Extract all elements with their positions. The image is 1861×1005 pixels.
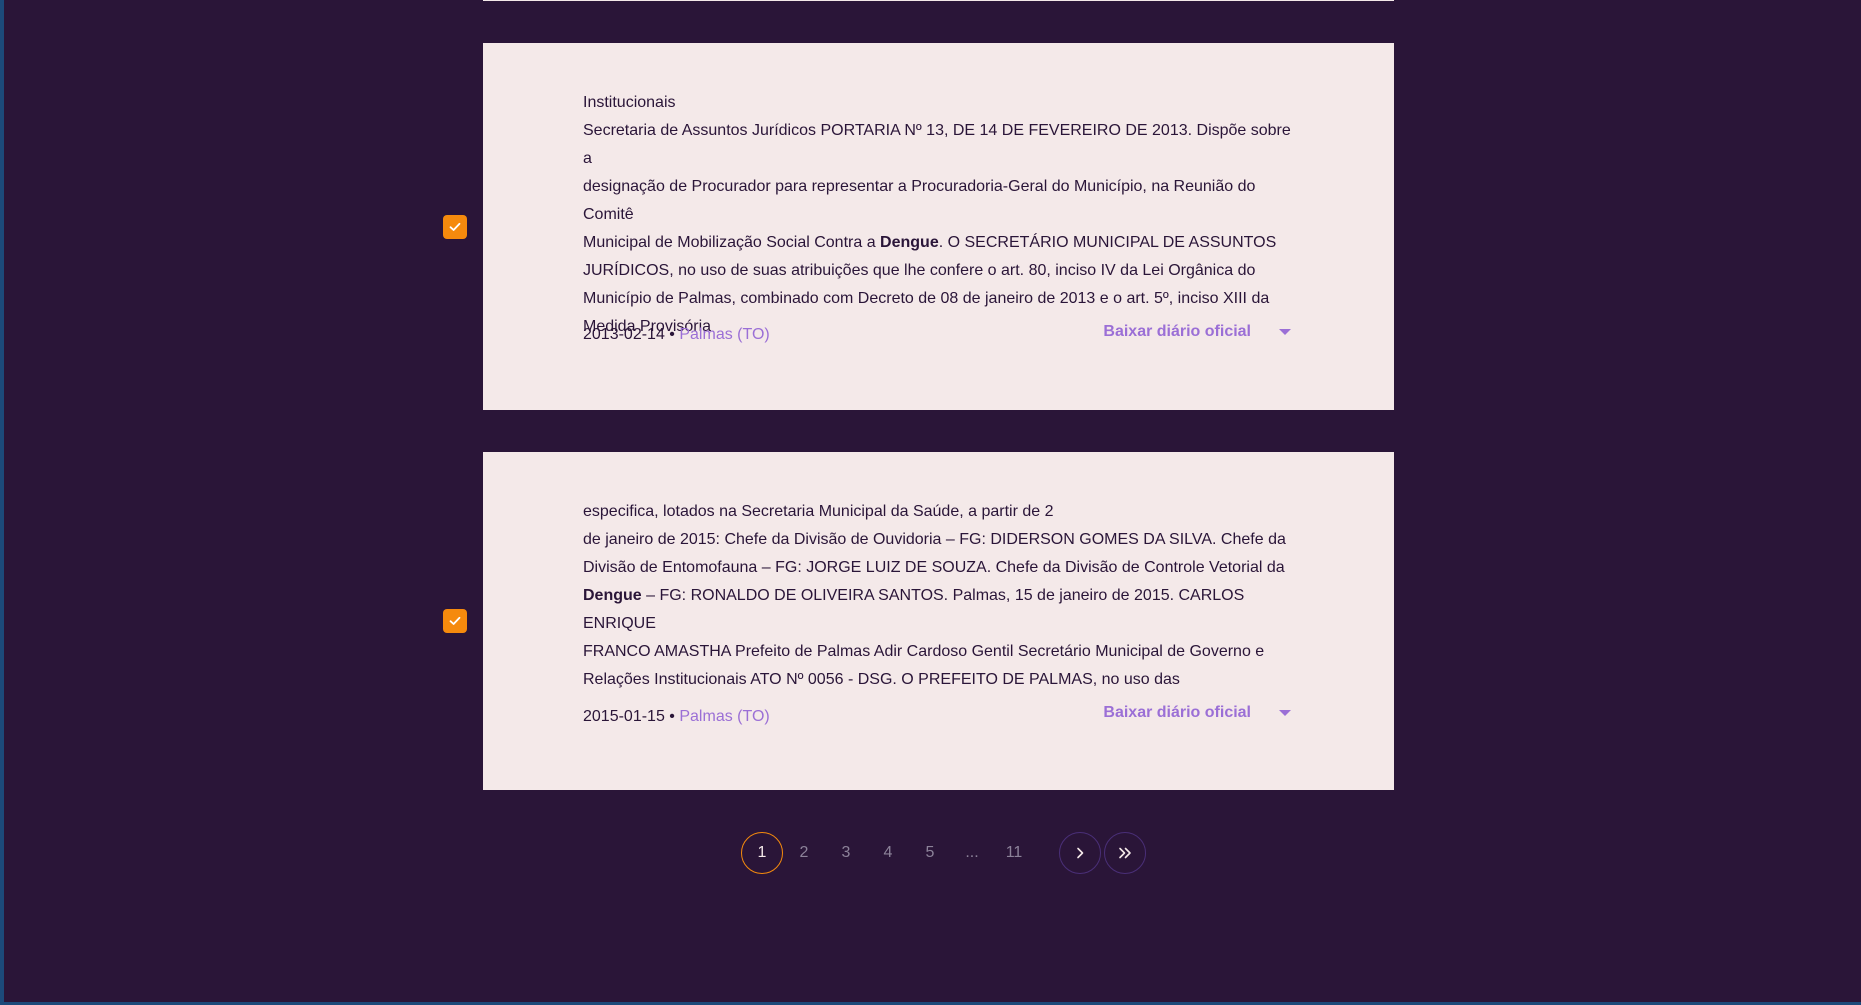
last-page-button[interactable] — [1104, 832, 1146, 874]
excerpt-line: designação de Procurador para representa… — [583, 178, 1256, 223]
excerpt-line: Municipal de Mobilização Social Contra a — [583, 234, 881, 251]
download-label: Baixar diário oficial — [1103, 704, 1251, 721]
result-meta: 2015-01-15 • Palmas (TO) — [583, 708, 770, 726]
result-date: 2015-01-15 — [583, 708, 665, 725]
excerpt-line: Institucionais — [583, 94, 676, 111]
excerpt-line: . O SECRETÁRIO MUNICIPAL DE ASSUNTOS — [938, 234, 1277, 251]
highlighted-term: Dengue — [583, 587, 642, 604]
checkmark-icon — [449, 222, 461, 231]
excerpt-line: JURÍDICOS, no uso de suas atribuições qu… — [583, 262, 1256, 279]
caret-down-icon — [1279, 710, 1291, 716]
result-excerpt: especifica, lotados na Secretaria Munici… — [583, 498, 1295, 694]
next-page-button[interactable] — [1059, 832, 1101, 874]
excerpt-line: de janeiro de 2015: Chefe da Divisão de … — [583, 531, 1286, 548]
result-excerpt: Institucionais Secretaria de Assuntos Ju… — [583, 89, 1295, 341]
page-button[interactable]: 2 — [783, 832, 825, 874]
checkmark-icon — [449, 616, 461, 625]
caret-down-icon — [1279, 329, 1291, 335]
meta-separator: • — [669, 708, 675, 725]
result-date: 2013-02-14 — [583, 326, 665, 343]
double-chevron-right-icon — [1119, 847, 1131, 859]
excerpt-line: – FG: RONALDO DE OLIVEIRA SANTOS. Palmas… — [583, 587, 1245, 632]
result-place-link[interactable]: Palmas (TO) — [679, 326, 769, 343]
page-button-last-number[interactable]: 11 — [993, 832, 1035, 874]
page-button[interactable]: 5 — [909, 832, 951, 874]
highlighted-term: Dengue — [880, 234, 939, 251]
excerpt-line: Divisão de Entomofauna – FG: JORGE LUIZ … — [583, 559, 1285, 576]
result-checkbox[interactable] — [443, 609, 467, 633]
excerpt-line: FRANCO AMASTHA Prefeito de Palmas Adir C… — [583, 643, 1265, 660]
previous-result-card — [483, 0, 1394, 1]
pagination: 1 2 3 4 5 ... 11 — [741, 832, 1146, 874]
download-label: Baixar diário oficial — [1103, 323, 1251, 340]
result-meta: 2013-02-14 • Palmas (TO) — [583, 326, 770, 344]
page-button-current[interactable]: 1 — [741, 832, 783, 874]
result-place-link[interactable]: Palmas (TO) — [679, 708, 769, 725]
result-checkbox[interactable] — [443, 215, 467, 239]
page-ellipsis: ... — [965, 844, 979, 861]
download-gazette-button[interactable]: Baixar diário oficial — [1103, 323, 1291, 341]
excerpt-line: Relações Institucionais ATO Nº 0056 - DS… — [583, 671, 1180, 688]
excerpt-line: Município de Palmas, combinado com Decre… — [583, 290, 1270, 307]
result-card: Institucionais Secretaria de Assuntos Ju… — [483, 43, 1394, 410]
page-button[interactable]: 3 — [825, 832, 867, 874]
chevron-right-icon — [1077, 847, 1084, 859]
page-button[interactable]: 4 — [867, 832, 909, 874]
result-card: especifica, lotados na Secretaria Munici… — [483, 452, 1394, 790]
download-gazette-button[interactable]: Baixar diário oficial — [1103, 704, 1291, 722]
meta-separator: • — [669, 326, 675, 343]
excerpt-line: Secretaria de Assuntos Jurídicos PORTARI… — [583, 122, 1291, 167]
excerpt-line: especifica, lotados na Secretaria Munici… — [583, 503, 1054, 520]
